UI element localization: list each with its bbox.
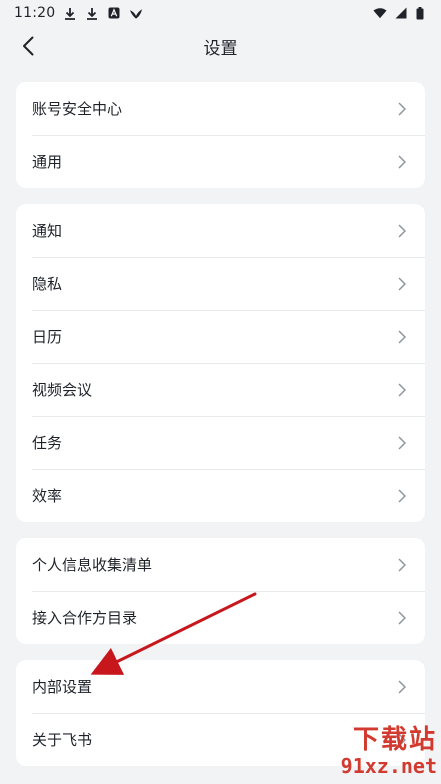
settings-item-tasks[interactable]: 任务 [16,416,425,469]
chevron-left-icon [23,36,34,56]
settings-item-video-meeting[interactable]: 视频会议 [16,363,425,416]
chevron-right-icon [395,435,409,450]
settings-group-about: 内部设置 关于飞书 [16,660,425,766]
chevron-right-icon [395,276,409,291]
settings-item-label: 效率 [32,487,63,505]
settings-item-label: 日历 [32,328,63,346]
settings-item-partner-directory[interactable]: 接入合作方目录 [16,591,425,644]
download-icon [63,6,77,20]
chevron-right-icon [395,732,409,747]
settings-item-account-security[interactable]: 账号安全中心 [16,82,425,135]
chevron-right-icon [395,329,409,344]
battery-icon [413,6,427,20]
status-left: 11:20 [14,5,143,21]
download-icon [85,6,99,20]
settings-item-general[interactable]: 通用 [16,135,425,188]
settings-item-label: 任务 [32,434,63,452]
settings-page: 11:20 设置 账号安全中心 通用 通知 隐私 日历 视频会议 任务 效率 个… [0,0,441,784]
wifi-icon [373,6,387,20]
settings-item-label: 隐私 [32,275,63,293]
settings-item-label: 通用 [32,153,63,171]
settings-item-personal-info-list[interactable]: 个人信息收集清单 [16,538,425,591]
chevron-right-icon [395,488,409,503]
app-a-icon [107,6,121,20]
settings-item-label: 账号安全中心 [32,100,123,118]
header: 设置 [0,26,441,66]
settings-item-about-feishu[interactable]: 关于飞书 [16,713,425,766]
settings-item-efficiency[interactable]: 效率 [16,469,425,522]
settings-item-label: 接入合作方目录 [32,609,138,627]
settings-item-label: 通知 [32,222,63,240]
chevron-right-icon [395,101,409,116]
bird-icon [129,6,143,20]
chevron-right-icon [395,382,409,397]
chevron-right-icon [395,610,409,625]
settings-item-label: 个人信息收集清单 [32,556,153,574]
chevron-right-icon [395,679,409,694]
chevron-right-icon [395,557,409,572]
status-time: 11:20 [14,5,56,21]
settings-group-features: 通知 隐私 日历 视频会议 任务 效率 [16,204,425,522]
settings-item-internal-settings[interactable]: 内部设置 [16,660,425,713]
status-bar: 11:20 [0,0,441,26]
chevron-right-icon [395,223,409,238]
settings-item-label: 关于飞书 [32,731,93,749]
page-title: 设置 [203,38,238,59]
settings-group-account: 账号安全中心 通用 [16,82,425,188]
chevron-right-icon [395,154,409,169]
settings-group-info: 个人信息收集清单 接入合作方目录 [16,538,425,644]
status-right [373,6,427,20]
settings-item-privacy[interactable]: 隐私 [16,257,425,310]
signal-icon [393,6,407,20]
settings-item-label: 内部设置 [32,678,93,696]
settings-groups: 账号安全中心 通用 通知 隐私 日历 视频会议 任务 效率 个人信息收集清单 接… [0,66,441,766]
settings-item-label: 视频会议 [32,381,93,399]
settings-item-calendar[interactable]: 日历 [16,310,425,363]
settings-item-notifications[interactable]: 通知 [16,204,425,257]
back-button[interactable] [14,30,42,62]
